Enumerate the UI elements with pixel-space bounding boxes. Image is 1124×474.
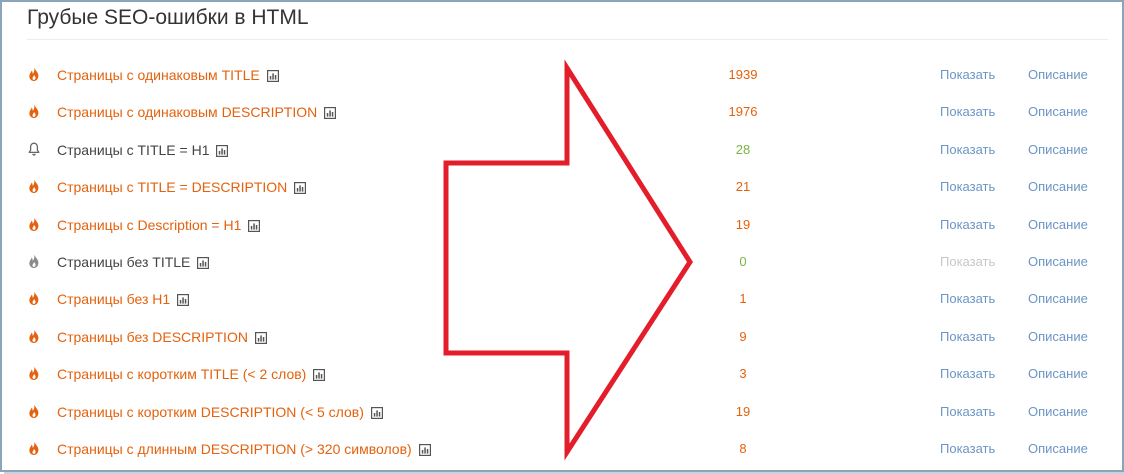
list-item: Страницы без DESCRIPTION 9 Показать Описани… [2,318,1122,355]
show-link[interactable]: Показать [940,404,995,419]
fire-icon [27,253,41,269]
fire-icon [27,440,41,456]
description-link[interactable]: Описание [1028,366,1088,381]
row-label[interactable]: Страницы с одинаковым DESCRIPTION [57,104,337,120]
bell-icon [27,141,41,157]
list-item: Страницы с Description = H1 19 Показать Опи… [2,206,1122,243]
row-count: 0 [739,253,747,269]
row-label[interactable]: Страницы с коротким TITLE (< 2 слов) [57,366,326,382]
fire-icon [27,328,41,344]
seo-errors-panel: Грубые SEO-ошибки в HTML Страницы с один… [0,0,1124,474]
row-count: 21 [735,179,751,195]
show-link[interactable]: Показать [940,329,995,344]
row-label[interactable]: Страницы с коротким DESCRIPTION (< 5 сло… [57,404,383,420]
row-count: 8 [739,440,747,456]
description-link[interactable]: Описание [1028,142,1088,157]
row-count: 1 [739,291,747,307]
row-label[interactable]: Страницы с длинным DESCRIPTION (> 320 си… [57,441,431,457]
show-link[interactable]: Показать [940,142,995,157]
fire-icon [27,403,41,419]
description-link[interactable]: Описание [1028,104,1088,119]
show-link[interactable]: Показать [940,67,995,82]
row-label[interactable]: Страницы с TITLE = H1 [57,142,229,158]
panel-title: Грубые SEO-ошибки в HTML [27,6,309,29]
chart-icon[interactable] [216,144,229,157]
row-label[interactable]: Страницы без H1 [57,291,190,307]
row-label[interactable]: Страницы с Description = H1 [57,217,261,233]
fire-icon [27,103,41,119]
row-count: 1976 [728,104,758,120]
list-item: Страницы без TITLE 0 Показать Описание [2,243,1122,280]
description-link[interactable]: Описание [1028,217,1088,232]
list-item: Страницы с коротким TITLE (< 2 слов) 3 Пок… [2,355,1122,392]
list-item: Страницы без H1 1 Показать Описание [2,280,1122,317]
chart-icon[interactable] [266,69,279,83]
row-count: 1939 [728,67,758,82]
list-item: Страницы с TITLE = DESCRIPTION 21 Показать… [2,168,1122,205]
description-link[interactable]: Описание [1028,441,1088,456]
row-count: 3 [739,366,747,382]
row-label[interactable]: Страницы без TITLE [57,254,210,270]
show-link[interactable]: Показать [940,291,995,306]
list-item: Страницы с длинным DESCRIPTION (> 320 си… [2,430,1122,467]
show-link[interactable]: Показать [940,217,995,232]
list-item: Страницы с TITLE = H1 28 Показать Описание [2,131,1122,168]
fire-icon [27,216,41,232]
list-item: Страницы с коротким DESCRIPTION (< 5 сло… [2,393,1122,430]
chart-icon[interactable] [370,406,383,419]
chart-icon[interactable] [313,368,326,382]
chart-icon[interactable] [254,331,267,344]
row-label[interactable]: Страницы с одинаковым TITLE [57,67,279,83]
show-link: Показать [940,253,996,269]
row-label[interactable]: Страницы без DESCRIPTION [57,329,267,345]
description-link[interactable]: Описание [1028,179,1088,194]
show-link[interactable]: Показать [940,441,995,456]
chart-icon[interactable] [248,219,261,232]
chart-icon[interactable] [197,256,210,269]
fire-icon [27,365,41,381]
description-link[interactable]: Описание [1028,329,1088,344]
title-divider [27,39,1108,40]
chart-icon[interactable] [418,443,431,456]
row-count: 19 [735,403,751,419]
list-item: Страницы с одинаковым TITLE 1939 Показать О… [2,56,1122,93]
chart-icon[interactable] [177,293,190,307]
row-label[interactable]: Страницы с TITLE = DESCRIPTION [57,179,307,195]
row-count: 19 [735,216,751,232]
show-link[interactable]: Показать [940,179,995,194]
fire-icon [27,178,41,194]
row-count: 28 [735,141,751,157]
fire-icon [27,290,41,306]
chart-icon[interactable] [324,106,337,120]
fire-icon [27,66,41,82]
show-link[interactable]: Показать [940,104,995,119]
description-link[interactable]: Описание [1028,67,1088,82]
row-count: 9 [739,328,747,344]
description-link[interactable]: Описание [1028,254,1088,269]
description-link[interactable]: Описание [1028,404,1088,419]
show-link[interactable]: Показать [940,366,995,381]
chart-icon[interactable] [294,181,307,195]
errors-list: Страницы с одинаковым TITLE 1939 Показать О… [2,56,1122,467]
description-link[interactable]: Описание [1028,291,1088,306]
list-item: Страницы с одинаковым DESCRIPTION 1976 Пок… [2,93,1122,130]
